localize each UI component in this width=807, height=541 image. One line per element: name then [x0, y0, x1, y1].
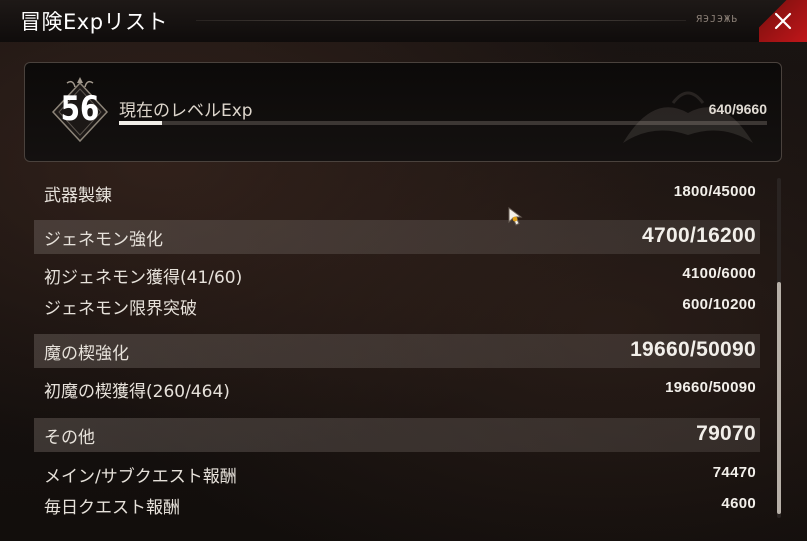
row-label: 魔の楔強化: [44, 344, 129, 364]
level-exp-bar-fill: [119, 121, 162, 125]
list-row: 毎日クエスト報酬 4600: [34, 488, 760, 522]
title-divider: [196, 20, 686, 21]
row-value: 4700/16200: [642, 224, 756, 247]
section-row: ジェネモン強化 4700/16200: [34, 220, 760, 254]
row-label: 武器製錬: [44, 186, 112, 206]
level-number: 56: [60, 89, 100, 129]
title-decoration: ЯЭJЭЖЬ: [696, 14, 739, 25]
row-value: 19660/50090: [665, 379, 756, 396]
exp-list-window: 冒険Expリスト ЯЭJЭЖЬ 56 現在のレベルExp 640/9660 武器…: [0, 0, 807, 541]
row-label: ジェネモン限界突破: [44, 299, 197, 319]
row-value: 600/10200: [682, 296, 756, 313]
row-label: メイン/サブクエスト報酬: [44, 467, 237, 487]
list-row: ジェネモン限界突破 600/10200: [34, 289, 760, 323]
section-row: その他 79070: [34, 418, 760, 452]
row-value: 79070: [696, 422, 756, 445]
mouse-cursor-icon: [508, 207, 523, 226]
row-label: 毎日クエスト報酬: [44, 498, 180, 518]
list-row: 武器製錬 1800/45000: [34, 176, 760, 210]
row-label: ジェネモン強化: [44, 230, 163, 250]
emblem-watermark-icon: [623, 91, 753, 143]
section-row: 魔の楔強化 19660/50090: [34, 334, 760, 368]
list-row: メイン/サブクエスト報酬 74470: [34, 457, 760, 491]
row-label: 初ジェネモン獲得(41/60): [44, 268, 243, 288]
scrollbar-track[interactable]: [777, 178, 781, 518]
scrollbar-thumb[interactable]: [777, 282, 781, 514]
row-label: 初魔の楔獲得(260/464): [44, 382, 230, 402]
list-row: 初魔の楔獲得(260/464) 19660/50090: [34, 372, 760, 406]
title-bar: 冒険Expリスト ЯЭJЭЖЬ: [0, 0, 807, 42]
row-value: 4600: [721, 495, 756, 512]
level-exp-label: 現在のレベルExp: [119, 101, 253, 121]
close-button[interactable]: [759, 0, 807, 42]
row-value: 19660/50090: [630, 338, 756, 361]
window-title: 冒険Expリスト: [20, 10, 169, 34]
current-level-panel: 56 現在のレベルExp 640/9660: [24, 62, 782, 162]
close-icon: [774, 12, 792, 30]
row-value: 1800/45000: [673, 183, 756, 200]
row-label: その他: [44, 428, 95, 448]
list-row: 初ジェネモン獲得(41/60) 4100/6000: [34, 258, 760, 292]
row-value: 74470: [712, 464, 756, 481]
row-value: 4100/6000: [682, 265, 756, 282]
